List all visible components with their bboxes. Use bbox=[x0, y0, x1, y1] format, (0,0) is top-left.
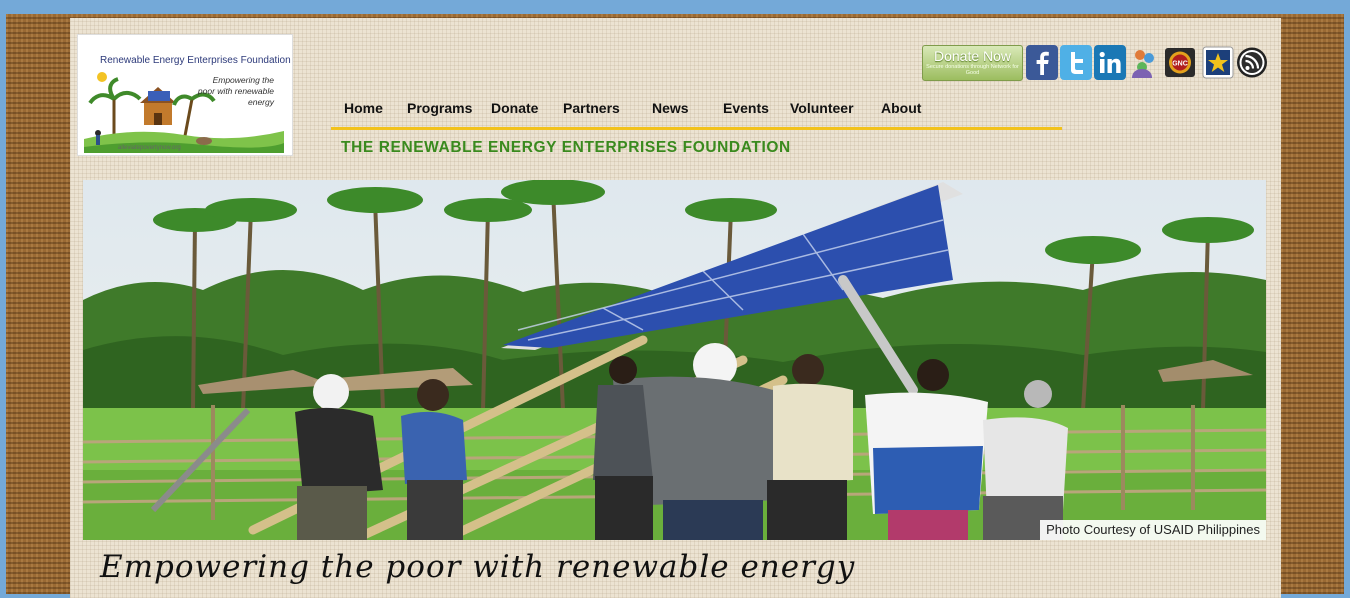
nav-item-partners[interactable]: Partners bbox=[563, 100, 620, 116]
hero-photo: Photo Courtesy of USAID Philippines bbox=[83, 180, 1266, 540]
star-icon[interactable] bbox=[1202, 45, 1234, 80]
nav-item-news[interactable]: News bbox=[652, 100, 689, 116]
photo-credit: Photo Courtesy of USAID Philippines bbox=[1040, 520, 1266, 540]
nav-item-programs[interactable]: Programs bbox=[407, 100, 472, 116]
nav-underline bbox=[331, 127, 1062, 130]
logo-title: Renewable Energy Enterprises Foundation bbox=[100, 55, 291, 66]
people-icon[interactable] bbox=[1128, 45, 1160, 80]
nav-item-events[interactable]: Events bbox=[723, 100, 769, 116]
linkedin-icon[interactable] bbox=[1094, 45, 1126, 80]
nav-item-donate[interactable]: Donate bbox=[491, 100, 538, 116]
page-tagline: Empowering the poor with renewable energ… bbox=[100, 549, 856, 585]
nav-item-home[interactable]: Home bbox=[344, 100, 383, 116]
site-logo[interactable]: Renewable Energy Enterprises Foundation … bbox=[77, 34, 293, 156]
donate-now-subtext: Secure donations through Network for Goo… bbox=[926, 64, 1019, 76]
rss-icon[interactable] bbox=[1236, 45, 1268, 80]
gnc-icon[interactable]: GNC bbox=[1164, 45, 1196, 80]
logo-url: alleviatepovertynow.org bbox=[118, 145, 181, 151]
hero-illustration bbox=[83, 180, 1266, 540]
donate-now-button[interactable]: Donate Now Secure donations through Netw… bbox=[922, 45, 1023, 81]
nav-item-about[interactable]: About bbox=[881, 100, 921, 116]
nav-item-volunteer[interactable]: Volunteer bbox=[790, 100, 854, 116]
donate-now-label: Donate Now bbox=[933, 48, 1012, 64]
twitter-icon[interactable] bbox=[1060, 45, 1092, 80]
gnc-icon-label: GNC bbox=[1172, 61, 1188, 68]
facebook-icon[interactable] bbox=[1026, 45, 1058, 80]
logo-tagline: Empowering the poor with renewable energ… bbox=[197, 75, 274, 107]
org-name-heading: THE RENEWABLE ENERGY ENTERPRISES FOUNDAT… bbox=[341, 139, 791, 156]
